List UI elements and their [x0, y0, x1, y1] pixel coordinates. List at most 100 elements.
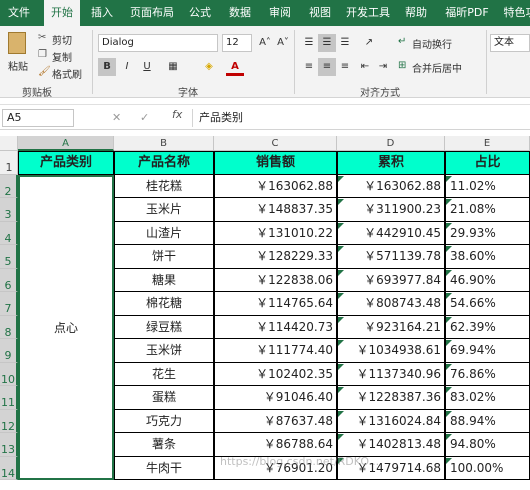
- tab-data[interactable]: 数据: [224, 0, 256, 26]
- formula-input[interactable]: 产品类别: [192, 109, 522, 127]
- category-header[interactable]: 产品类别: [18, 151, 114, 175]
- sales-cell[interactable]: ￥87637.48: [214, 409, 337, 433]
- cumulative-cell[interactable]: ￥1034938.61: [337, 339, 445, 363]
- tab-insert[interactable]: 插入: [86, 0, 118, 26]
- product-name-cell[interactable]: 饼干: [114, 245, 214, 269]
- increase-font-icon[interactable]: A˄: [256, 34, 274, 52]
- sales-cell[interactable]: ￥128229.33: [214, 245, 337, 269]
- row-header[interactable]: 3: [0, 198, 18, 222]
- fill-color-icon[interactable]: ◈: [200, 58, 218, 76]
- cumulative-cell[interactable]: ￥1137340.96: [337, 362, 445, 386]
- row-header[interactable]: 12: [0, 409, 18, 433]
- share-cell[interactable]: 94.80%: [445, 433, 530, 457]
- share-cell[interactable]: 29.93%: [445, 221, 530, 245]
- cumulative-cell[interactable]: ￥442910.45: [337, 221, 445, 245]
- decrease-font-icon[interactable]: A˅: [274, 34, 292, 52]
- tab-page-layout[interactable]: 页面布局: [126, 0, 178, 26]
- border-icon[interactable]: ▦: [164, 58, 182, 76]
- tab-view[interactable]: 视图: [304, 0, 336, 26]
- cancel-icon[interactable]: ✕: [112, 111, 121, 124]
- cumulative-cell[interactable]: ￥808743.48: [337, 292, 445, 316]
- cumulative-cell[interactable]: ￥163062.88: [337, 174, 445, 198]
- align-middle-icon[interactable]: ☰: [318, 34, 336, 52]
- share-cell[interactable]: 46.90%: [445, 268, 530, 292]
- cut-button[interactable]: 剪切: [52, 32, 72, 47]
- font-name-select[interactable]: Dialog: [98, 34, 218, 52]
- product-name-cell[interactable]: 棉花糖: [114, 292, 214, 316]
- sales-cell[interactable]: ￥131010.22: [214, 221, 337, 245]
- product-name-cell[interactable]: 花生: [114, 362, 214, 386]
- product-name-cell[interactable]: 玉米饼: [114, 339, 214, 363]
- column-header-b[interactable]: B: [114, 136, 214, 151]
- cumulative-header[interactable]: 累积: [337, 151, 445, 175]
- cumulative-cell[interactable]: ￥923164.21: [337, 315, 445, 339]
- sales-cell[interactable]: ￥148837.35: [214, 198, 337, 222]
- align-bottom-icon[interactable]: ☰: [336, 34, 354, 52]
- product-name-cell[interactable]: 绿豆糕: [114, 315, 214, 339]
- share-cell[interactable]: 38.60%: [445, 245, 530, 269]
- share-cell[interactable]: 54.66%: [445, 292, 530, 316]
- product-name-cell[interactable]: 巧克力: [114, 409, 214, 433]
- cumulative-cell[interactable]: ￥1228387.36: [337, 386, 445, 410]
- share-cell[interactable]: 76.86%: [445, 362, 530, 386]
- cumulative-cell[interactable]: ￥571139.78: [337, 245, 445, 269]
- cumulative-cell[interactable]: ￥693977.84: [337, 268, 445, 292]
- enter-icon[interactable]: ✓: [140, 111, 149, 124]
- underline-button[interactable]: U: [138, 58, 156, 76]
- tab-developer[interactable]: 开发工具: [342, 0, 394, 26]
- cumulative-cell[interactable]: ￥1316024.84: [337, 409, 445, 433]
- select-all-corner[interactable]: [0, 136, 18, 151]
- merge-center-button[interactable]: 合并后居中: [412, 60, 462, 75]
- wrap-text-button[interactable]: 自动换行: [412, 36, 452, 51]
- row-header[interactable]: 9: [0, 339, 18, 363]
- merge-center-icon[interactable]: ⊞: [398, 60, 406, 71]
- product-name-cell[interactable]: 桂花糕: [114, 174, 214, 198]
- format-painter-icon[interactable]: 🖌: [38, 66, 51, 77]
- format-painter-button[interactable]: 格式刷: [52, 66, 82, 81]
- paste-button[interactable]: 粘贴: [8, 58, 28, 73]
- tab-formulas[interactable]: 公式: [184, 0, 216, 26]
- row-header[interactable]: 7: [0, 292, 18, 316]
- sales-cell[interactable]: ￥102402.35: [214, 362, 337, 386]
- share-cell[interactable]: 21.08%: [445, 198, 530, 222]
- font-color-icon[interactable]: A: [226, 58, 244, 76]
- tab-special[interactable]: 特色功: [500, 0, 530, 26]
- share-cell[interactable]: 83.02%: [445, 386, 530, 410]
- tab-home[interactable]: 开始: [44, 0, 80, 26]
- tab-review[interactable]: 审阅: [264, 0, 296, 26]
- decrease-indent-icon[interactable]: ⇤: [356, 58, 374, 76]
- share-cell[interactable]: 11.02%: [445, 174, 530, 198]
- sales-cell[interactable]: ￥114420.73: [214, 315, 337, 339]
- column-header-c[interactable]: C: [214, 136, 337, 151]
- sales-cell[interactable]: ￥86788.64: [214, 433, 337, 457]
- product-name-cell[interactable]: 牛肉干: [114, 456, 214, 480]
- cut-icon[interactable]: ✂: [38, 32, 46, 43]
- bold-button[interactable]: B: [98, 58, 116, 76]
- align-right-icon[interactable]: ≡: [336, 58, 354, 76]
- italic-button[interactable]: I: [118, 58, 136, 76]
- row-header[interactable]: 6: [0, 268, 18, 292]
- row-header[interactable]: 4: [0, 221, 18, 245]
- column-header-e[interactable]: E: [445, 136, 530, 151]
- share-cell[interactable]: 100.00%: [445, 456, 530, 480]
- product-name-cell[interactable]: 蛋糕: [114, 386, 214, 410]
- sales-cell[interactable]: ￥114765.64: [214, 292, 337, 316]
- sales-cell[interactable]: ￥163062.88: [214, 174, 337, 198]
- row-header[interactable]: 13: [0, 433, 18, 457]
- row-header[interactable]: 14: [0, 456, 18, 480]
- product-name-cell[interactable]: 薯条: [114, 433, 214, 457]
- align-center-icon[interactable]: ≡: [318, 58, 336, 76]
- sales-cell[interactable]: ￥91046.40: [214, 386, 337, 410]
- row-header[interactable]: 2: [0, 174, 18, 198]
- increase-indent-icon[interactable]: ⇥: [374, 58, 392, 76]
- sales-header[interactable]: 销售额: [214, 151, 337, 175]
- row-header[interactable]: 11: [0, 386, 18, 410]
- product-name-cell[interactable]: 玉米片: [114, 198, 214, 222]
- font-size-select[interactable]: 12: [222, 34, 252, 52]
- tab-help[interactable]: 帮助: [400, 0, 432, 26]
- sales-cell[interactable]: ￥111774.40: [214, 339, 337, 363]
- copy-icon[interactable]: ❐: [38, 49, 47, 60]
- cumulative-cell[interactable]: ￥1402813.48: [337, 433, 445, 457]
- align-top-icon[interactable]: ☰: [300, 34, 318, 52]
- product-name-cell[interactable]: 山渣片: [114, 221, 214, 245]
